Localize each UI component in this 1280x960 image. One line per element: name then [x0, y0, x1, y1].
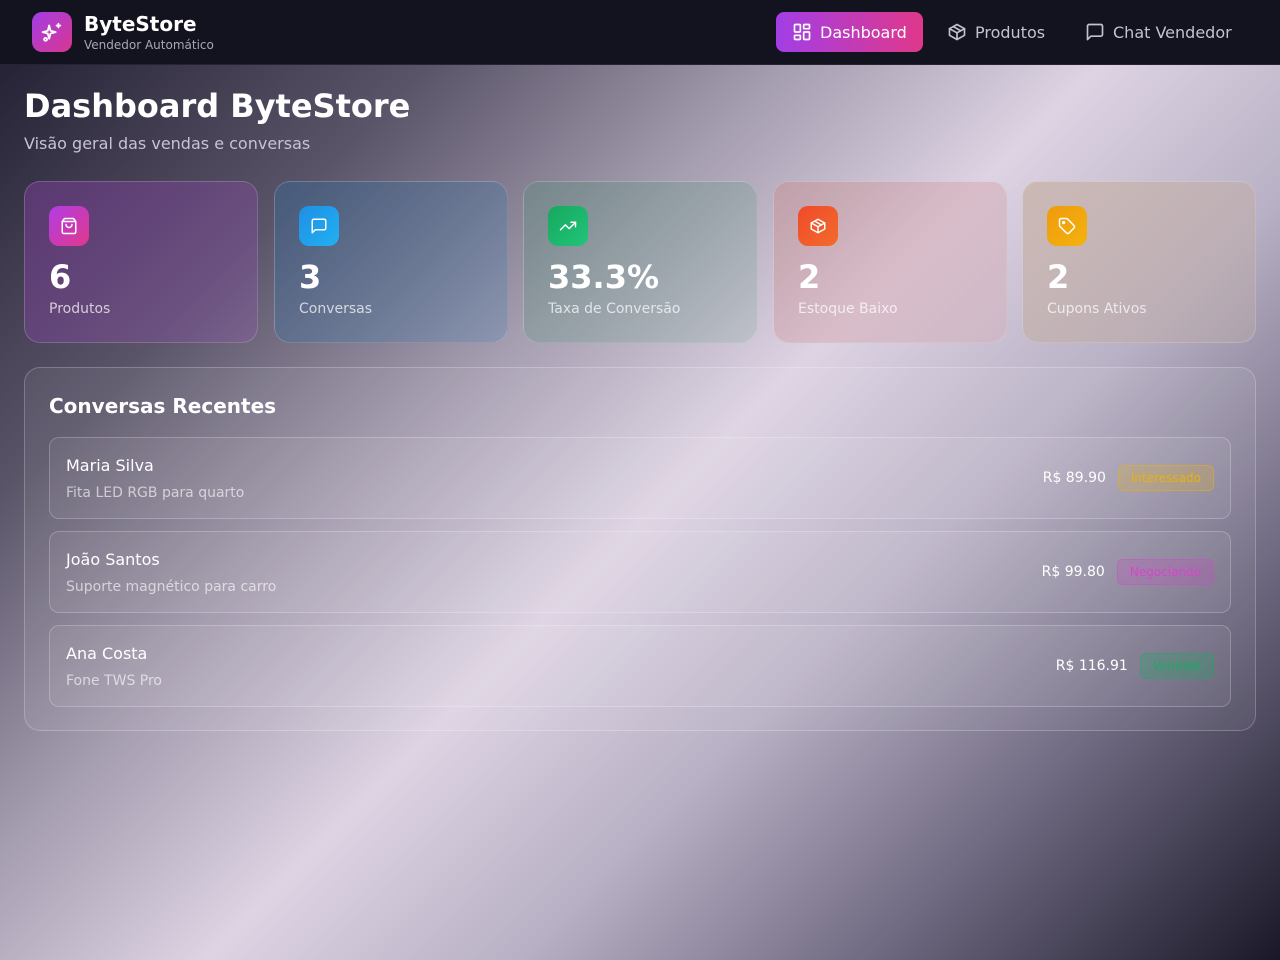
status-badge: Interessado [1117, 465, 1214, 491]
message-square-icon [299, 206, 339, 246]
price: R$ 116.91 [1055, 658, 1128, 674]
product-name: Suporte magnético para carro [66, 579, 277, 595]
stat-value: 33.3% [548, 258, 660, 296]
stat-value: 6 [49, 258, 72, 296]
conversation-item[interactable]: Maria Silva Fita LED RGB para quarto R$ … [49, 437, 1231, 519]
stat-label: Estoque Baixo [798, 301, 898, 317]
stat-label: Taxa de Conversão [548, 301, 681, 317]
shopping-bag-icon [49, 206, 89, 246]
stat-card-cupons-ativos: 2 Cupons Ativos [1022, 181, 1256, 343]
page-title: Dashboard ByteStore [24, 87, 411, 125]
status-badge: Vendido [1139, 653, 1214, 679]
layout-grid-icon [793, 23, 811, 41]
stat-value: 2 [798, 258, 821, 296]
nav-dashboard-button[interactable]: Dashboard [776, 12, 923, 52]
stat-card-estoque-baixo: 2 Estoque Baixo [773, 181, 1007, 343]
trending-up-icon [548, 206, 588, 246]
stat-value: 3 [299, 258, 322, 296]
product-name: Fita LED RGB para quarto [66, 485, 245, 501]
message-square-icon [1086, 23, 1104, 41]
stat-label: Produtos [49, 301, 111, 317]
nav-chat-vendedor-button[interactable]: Chat Vendedor [1069, 12, 1248, 52]
stat-card-conversas: 3 Conversas [274, 181, 508, 343]
recent-conversations-panel: Conversas Recentes Maria Silva Fita LED … [24, 367, 1256, 731]
nav-chat-vendedor-label: Chat Vendedor [1113, 22, 1232, 42]
sparkles-icon[interactable] [32, 12, 72, 52]
customer-name: Ana Costa [66, 644, 148, 663]
stat-card-produtos: 6 Produtos [24, 181, 258, 343]
conversation-item[interactable]: Ana Costa Fone TWS Pro R$ 116.91 Vendido [49, 625, 1231, 707]
stat-value: 2 [1047, 258, 1070, 296]
brand-subtitle: Vendedor Automático [84, 38, 214, 52]
package-icon [798, 206, 838, 246]
tag-icon [1047, 206, 1087, 246]
customer-name: Maria Silva [66, 456, 154, 475]
package-icon [948, 23, 966, 41]
stat-label: Conversas [299, 301, 373, 317]
top-bar: ByteStore Vendedor Automático Dashboard … [0, 0, 1280, 65]
price: R$ 89.90 [1042, 470, 1106, 486]
nav-dashboard-label: Dashboard [820, 22, 907, 42]
price: R$ 99.80 [1041, 564, 1105, 580]
brand-name: ByteStore [84, 12, 197, 36]
status-badge: Negociando [1116, 559, 1214, 585]
stat-card-taxa-conversao: 33.3% Taxa de Conversão [523, 181, 757, 343]
stat-label: Cupons Ativos [1047, 301, 1147, 317]
page-subtitle: Visão geral das vendas e conversas [24, 134, 311, 153]
product-name: Fone TWS Pro [66, 673, 162, 689]
nav-produtos-button[interactable]: Produtos [931, 12, 1061, 52]
conversation-item[interactable]: João Santos Suporte magnético para carro… [49, 531, 1231, 613]
nav-produtos-label: Produtos [975, 22, 1046, 42]
section-title: Conversas Recentes [49, 394, 277, 418]
customer-name: João Santos [66, 550, 160, 569]
